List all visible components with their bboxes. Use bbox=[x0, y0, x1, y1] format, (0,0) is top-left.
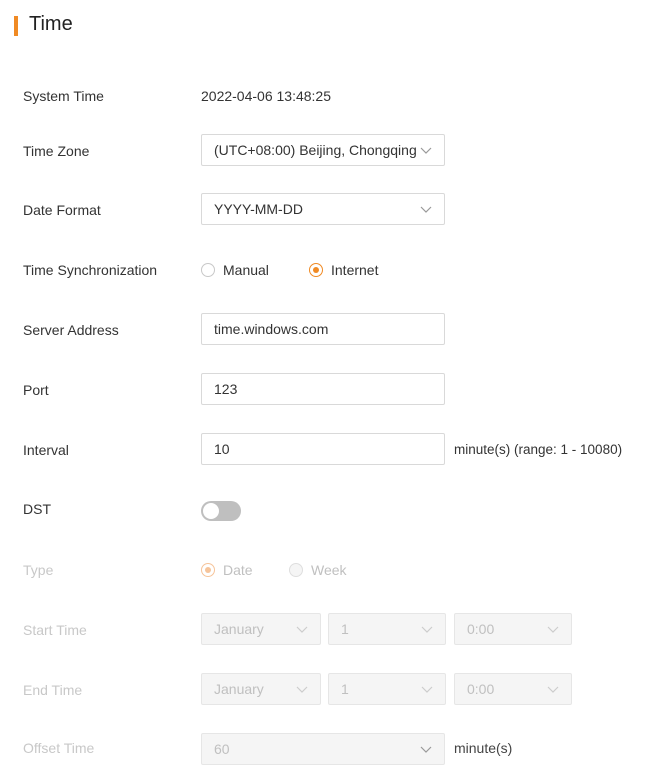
chevron-down-icon bbox=[421, 683, 433, 695]
radio-unchecked-icon bbox=[201, 263, 215, 277]
system-time-value: 2022-04-06 13:48:25 bbox=[201, 88, 331, 104]
date-format-row: Date Format YYYY-MM-DD bbox=[0, 193, 655, 227]
chevron-down-icon bbox=[421, 623, 433, 635]
interval-suffix: minute(s) (range: 1 - 10080) bbox=[454, 442, 623, 457]
offset-time-select[interactable]: 60 bbox=[201, 733, 445, 765]
date-format-label: Date Format bbox=[23, 202, 101, 218]
toggle-knob bbox=[203, 503, 219, 519]
server-address-label: Server Address bbox=[23, 322, 119, 338]
chevron-down-icon bbox=[420, 203, 432, 215]
interval-row: Interval 10 minute(s) (range: 1 - 10080) bbox=[0, 433, 655, 467]
dst-row: DST bbox=[0, 494, 655, 528]
dst-toggle[interactable] bbox=[201, 501, 241, 521]
dst-label: DST bbox=[23, 501, 51, 517]
start-time-time-select[interactable]: 0:00 bbox=[454, 613, 572, 645]
radio-checked-icon bbox=[201, 563, 215, 577]
end-time-label: End Time bbox=[23, 682, 83, 698]
time-settings-panel: Time System Time 2022-04-06 13:48:25 Tim… bbox=[0, 0, 655, 765]
end-time-day-value: 1 bbox=[341, 681, 349, 697]
dst-type-row: Type Date Week bbox=[0, 554, 655, 588]
offset-time-value: 60 bbox=[214, 741, 230, 757]
server-address-value: time.windows.com bbox=[214, 321, 329, 337]
end-time-time-value: 0:00 bbox=[467, 681, 495, 697]
dst-type-label: Type bbox=[23, 562, 54, 578]
time-zone-row: Time Zone (UTC+08:00) Beijing, Chongqing bbox=[0, 134, 655, 168]
start-time-month-select[interactable]: January bbox=[201, 613, 321, 645]
chevron-down-icon bbox=[296, 683, 308, 695]
end-time-day-select[interactable]: 1 bbox=[328, 673, 446, 705]
start-time-day-value: 1 bbox=[341, 621, 349, 637]
port-label: Port bbox=[23, 382, 49, 398]
chevron-down-icon bbox=[420, 743, 432, 755]
port-value: 123 bbox=[214, 381, 238, 397]
start-time-time-value: 0:00 bbox=[467, 621, 495, 637]
end-time-month-select[interactable]: January bbox=[201, 673, 321, 705]
time-sync-label: Time Synchronization bbox=[23, 262, 158, 278]
system-time-label: System Time bbox=[23, 88, 104, 104]
interval-value: 10 bbox=[214, 441, 230, 457]
interval-input[interactable]: 10 bbox=[201, 433, 445, 465]
end-time-month-value: January bbox=[214, 681, 264, 697]
server-address-input[interactable]: time.windows.com bbox=[201, 313, 445, 345]
time-sync-internet-label: Internet bbox=[331, 262, 379, 278]
time-sync-manual-label: Manual bbox=[223, 262, 269, 278]
interval-label: Interval bbox=[23, 442, 69, 458]
start-time-row: Start Time January 1 0:00 bbox=[0, 613, 655, 647]
section-accent-bar bbox=[14, 16, 18, 36]
dst-type-week-label: Week bbox=[311, 562, 347, 578]
server-address-row: Server Address time.windows.com bbox=[0, 313, 655, 347]
date-format-value: YYYY-MM-DD bbox=[214, 201, 303, 217]
chevron-down-icon bbox=[547, 683, 559, 695]
end-time-time-select[interactable]: 0:00 bbox=[454, 673, 572, 705]
start-time-label: Start Time bbox=[23, 622, 87, 638]
start-time-day-select[interactable]: 1 bbox=[328, 613, 446, 645]
port-row: Port 123 bbox=[0, 373, 655, 407]
system-time-row: System Time 2022-04-06 13:48:25 bbox=[0, 80, 655, 114]
radio-checked-icon bbox=[309, 263, 323, 277]
start-time-month-value: January bbox=[214, 621, 264, 637]
time-zone-select[interactable]: (UTC+08:00) Beijing, Chongqing bbox=[201, 134, 445, 166]
date-format-select[interactable]: YYYY-MM-DD bbox=[201, 193, 445, 225]
radio-unchecked-icon bbox=[289, 563, 303, 577]
chevron-down-icon bbox=[296, 623, 308, 635]
chevron-down-icon bbox=[547, 623, 559, 635]
offset-time-suffix: minute(s) bbox=[454, 740, 513, 756]
chevron-down-icon bbox=[420, 144, 432, 156]
offset-time-label: Offset Time bbox=[23, 740, 95, 756]
time-zone-value: (UTC+08:00) Beijing, Chongqing bbox=[214, 142, 416, 158]
section-title: Time bbox=[29, 13, 73, 35]
end-time-row: End Time January 1 0:00 bbox=[0, 673, 655, 707]
time-zone-label: Time Zone bbox=[23, 143, 90, 159]
port-input[interactable]: 123 bbox=[201, 373, 445, 405]
time-sync-row: Time Synchronization Manual Internet bbox=[0, 254, 655, 288]
dst-type-date-label: Date bbox=[223, 562, 253, 578]
